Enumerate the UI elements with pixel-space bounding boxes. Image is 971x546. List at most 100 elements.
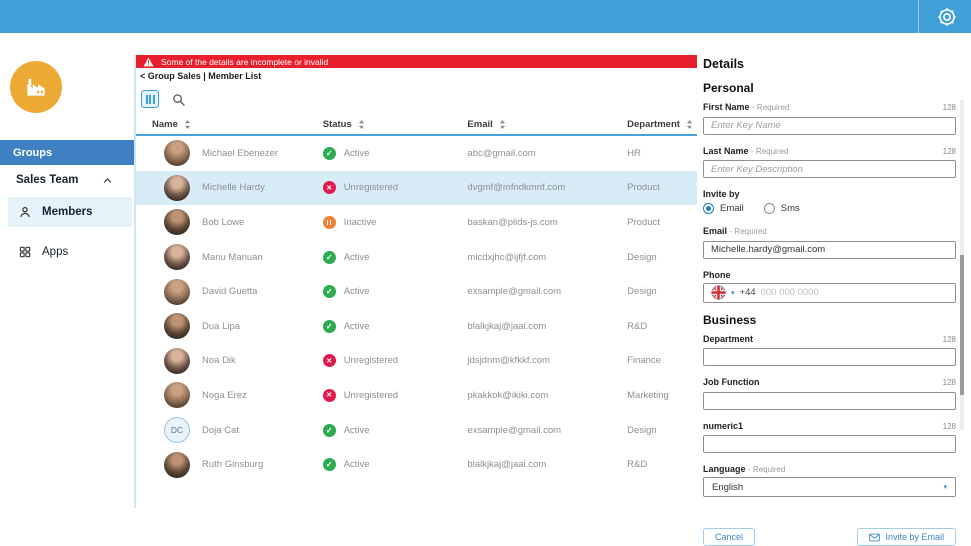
invite-by-email-button[interactable]: Invite by Email [857, 528, 956, 546]
numeric1-field[interactable] [703, 435, 956, 453]
member-department: Finance [627, 355, 697, 366]
sales-team-label: Sales Team [16, 174, 78, 186]
member-department: HR [627, 148, 697, 159]
table-row[interactable]: David Guetta Active exsample@gmail.com D… [136, 274, 697, 309]
required-suffix: - Required [748, 465, 785, 474]
radio-unselected-icon [764, 203, 775, 214]
member-name: Dua Lipa [202, 321, 240, 332]
sidebar-item-sales-team[interactable]: Sales Team [0, 165, 134, 195]
table-row[interactable]: Dua Lipa Active blalkjkaj@jaai.com R&D [136, 309, 697, 344]
last-name-label: Last Name - Required [703, 146, 788, 156]
avatar [164, 313, 190, 339]
numeric1-label: numeric1 [703, 421, 743, 431]
last-name-field[interactable] [703, 160, 956, 178]
sidebar-item-groups[interactable]: Groups [0, 140, 134, 165]
language-select[interactable]: English ▾ [703, 477, 956, 497]
column-header-name[interactable]: Name [136, 119, 323, 130]
table-row[interactable]: Ruth Ginsburg Active blalkjkaj@jaai.com … [136, 447, 697, 482]
member-name: Manu Manuan [202, 252, 263, 263]
status-unregistered-icon [323, 354, 336, 367]
table-row[interactable]: Michael Ebenezer Active abc@gmail.com HR [136, 136, 697, 171]
status-label: Active [344, 425, 370, 436]
char-counter: 128 [943, 103, 956, 112]
chevron-up-icon [103, 177, 112, 184]
status-label: Active [344, 148, 370, 159]
status-label: Unregistered [344, 390, 398, 401]
status-unregistered-icon [323, 389, 336, 402]
sidebar-item-members[interactable]: Members [8, 197, 132, 227]
details-scrollbar-track[interactable] [960, 100, 964, 430]
required-suffix: - Required [730, 227, 767, 236]
status-label: Unregistered [344, 355, 398, 366]
company-logo[interactable] [10, 61, 62, 113]
invite-by-radio-group: Email Sms [703, 203, 956, 214]
status-label: Unregistered [344, 182, 398, 193]
status-active-icon [323, 458, 336, 471]
details-title: Details [703, 57, 956, 71]
column-header-email[interactable]: Email [467, 119, 627, 130]
personal-section-title: Personal [703, 81, 956, 95]
table-row[interactable]: DC Doja Cat Active exsample@gmail.com De… [136, 413, 697, 448]
person-icon [18, 205, 32, 219]
member-department: R&D [627, 321, 697, 332]
email-field[interactable] [703, 241, 956, 259]
member-department: R&D [627, 459, 697, 470]
details-panel: Details Personal First Name - Required 1… [703, 57, 956, 546]
table-row[interactable]: Noga Erez Unregistered pkakkok@ikiki.com… [136, 378, 697, 413]
member-name: David Guetta [202, 286, 257, 297]
member-email: micdxjhc@ijfjf.com [467, 252, 627, 263]
required-suffix: - Required [751, 147, 788, 156]
phone-country-code: +44 [740, 287, 756, 298]
warning-triangle-icon [143, 57, 154, 67]
member-department: Marketing [627, 390, 697, 401]
first-name-label: First Name - Required [703, 102, 789, 112]
column-header-status[interactable]: Status [323, 119, 468, 130]
invite-email-radio[interactable]: Email [703, 203, 744, 214]
breadcrumb[interactable]: < Group Sales | Member List [140, 71, 697, 81]
phone-field[interactable]: ▾ +44 000 000 0000 [703, 283, 956, 303]
member-email: dvgmf@mfndkmnf.com [467, 182, 627, 193]
table-row[interactable]: Noa Dik Unregistered jdsjdnm@kfkkf.com F… [136, 344, 697, 379]
job-function-field[interactable] [703, 392, 956, 410]
sort-icon [358, 119, 365, 130]
sidebar-item-apps[interactable]: Apps [8, 237, 132, 267]
sort-icon [499, 119, 506, 130]
alert-text: Some of the details are incomplete or in… [161, 57, 328, 67]
table-row[interactable]: Manu Manuan Active micdxjhc@ijfjf.com De… [136, 240, 697, 275]
radio-selected-icon [703, 203, 714, 214]
department-label: Department [703, 334, 753, 344]
search-icon[interactable] [171, 92, 186, 107]
invite-sms-radio[interactable]: Sms [764, 203, 800, 214]
sort-icon [184, 119, 191, 130]
chevron-down-icon[interactable]: ▾ [731, 289, 735, 297]
avatar [164, 348, 190, 374]
status-label: Inactive [344, 217, 377, 228]
apps-grid-icon [18, 245, 32, 259]
char-counter: 128 [943, 335, 956, 344]
required-suffix: - Required [752, 103, 789, 112]
language-label: Language - Required [703, 464, 785, 474]
member-email: jdsjdnm@kfkkf.com [467, 355, 627, 366]
member-list-panel: Some of the details are incomplete or in… [134, 55, 697, 508]
member-email: pkakkok@ikiki.com [467, 390, 627, 401]
table-row-selected[interactable]: Michelle Hardy Unregistered dvgmf@mfndkm… [136, 171, 697, 206]
table-row[interactable]: Bob Lowe Inactive baskan@plids-js.com Pr… [136, 205, 697, 240]
invite-by-label: Invite by [703, 189, 740, 199]
cancel-button[interactable]: Cancel [703, 528, 755, 546]
topbar-divider [918, 0, 919, 33]
status-label: Active [344, 459, 370, 470]
language-value: English [712, 482, 743, 493]
details-scrollbar-thumb[interactable] [960, 255, 964, 395]
member-name: Bob Lowe [202, 217, 244, 228]
envelope-icon [869, 533, 880, 542]
first-name-field[interactable] [703, 117, 956, 135]
status-unregistered-icon [323, 181, 336, 194]
apps-label: Apps [42, 246, 68, 258]
phone-placeholder: 000 000 0000 [761, 287, 819, 298]
status-active-icon [323, 147, 336, 160]
department-field[interactable] [703, 348, 956, 366]
column-header-department[interactable]: Department [627, 119, 697, 130]
column-settings-icon[interactable] [141, 90, 159, 108]
avatar [164, 244, 190, 270]
settings-gear-icon[interactable] [935, 5, 959, 29]
